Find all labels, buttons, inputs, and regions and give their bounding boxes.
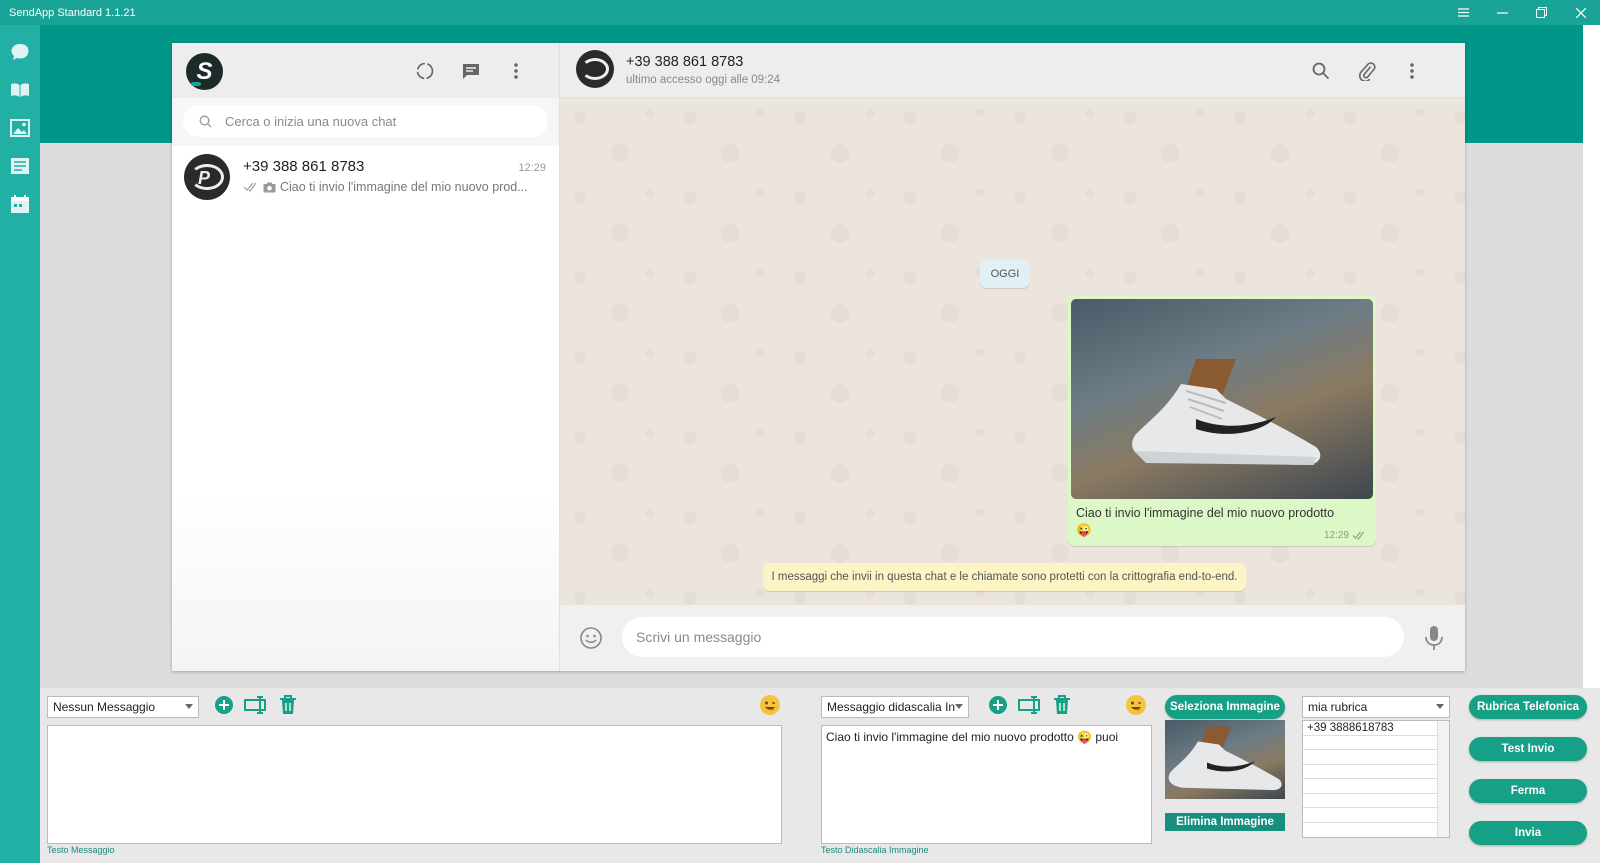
attach-icon[interactable]	[1355, 59, 1379, 83]
test-send-button[interactable]: Test Invio	[1469, 737, 1587, 761]
stop-button[interactable]: Ferma	[1469, 779, 1587, 803]
title-bar: SendApp Standard 1.1.21	[0, 0, 1600, 25]
list-item[interactable]	[1303, 779, 1437, 794]
double-check-icon	[243, 182, 257, 192]
message-time: 12:29	[1323, 530, 1349, 541]
send-button[interactable]: Invia	[1469, 821, 1587, 845]
message-select[interactable]: Nessun Messaggio	[47, 696, 199, 718]
encryption-notice: I messaggi che invii in questa chat e le…	[763, 563, 1246, 591]
add-icon[interactable]	[212, 693, 236, 717]
message-select-value: Nessun Messaggio	[53, 700, 156, 714]
caption-textarea[interactable]: Ciao ti invio l'immagine del mio nuovo p…	[821, 725, 1152, 844]
outgoing-message[interactable]: Ciao ti invio l'immagine del mio nuovo p…	[1068, 296, 1376, 546]
book-icon[interactable]	[8, 78, 32, 102]
phonebook-button[interactable]: Rubrica Telefonica	[1469, 695, 1587, 719]
restore-icon[interactable]	[1522, 0, 1561, 25]
microphone-icon[interactable]	[1422, 624, 1446, 652]
message-emoji: 😜	[1076, 523, 1092, 537]
camera-icon	[263, 182, 276, 192]
search-bar	[172, 98, 559, 146]
emoji-icon[interactable]	[758, 693, 782, 717]
add-icon[interactable]	[986, 693, 1010, 717]
caption-select[interactable]: Messaggio didascalia In	[821, 696, 969, 718]
phonebook-select-value: mia rubrica	[1308, 700, 1368, 714]
chat-name: +39 388 861 8783	[243, 158, 365, 175]
search-icon[interactable]	[1309, 59, 1333, 83]
message-image[interactable]	[1071, 299, 1373, 499]
sendapp-logo: S	[186, 53, 223, 90]
status-refresh-icon[interactable]	[413, 59, 437, 83]
conversation-pane: +39 388 861 8783 ultimo accesso oggi all…	[560, 43, 1465, 671]
emoji-icon[interactable]	[579, 626, 603, 650]
edit-field-icon[interactable]	[242, 693, 272, 717]
chat-list-header: S	[172, 43, 559, 98]
avatar: P	[184, 154, 230, 200]
trash-icon[interactable]	[276, 693, 300, 717]
list-item[interactable]	[1303, 808, 1437, 823]
chat-preview-text: Ciao ti invio l'immagine del mio nuovo p…	[280, 180, 528, 194]
message-label: Testo Messaggio	[47, 845, 115, 855]
conversation-header: +39 388 861 8783 ultimo accesso oggi all…	[560, 43, 1465, 98]
caption-select-value: Messaggio didascalia In	[827, 700, 956, 714]
contact-avatar[interactable]	[576, 50, 614, 88]
edit-field-icon[interactable]	[1016, 693, 1046, 717]
date-divider: OGGI	[980, 260, 1030, 288]
image-thumbnail	[1165, 720, 1285, 799]
window-title: SendApp Standard 1.1.21	[9, 6, 136, 19]
whatsapp-panel: S P +39 388 861 8783 12:29 C	[172, 43, 1465, 671]
list-item[interactable]	[1303, 794, 1437, 808]
message-caption: Ciao ti invio l'immagine del mio nuovo p…	[1076, 506, 1335, 520]
chat-bubble-icon[interactable]	[8, 40, 32, 64]
more-options-icon[interactable]	[504, 59, 528, 83]
search-box	[183, 105, 548, 137]
bulk-send-controls: Nessun Messaggio Testo Messaggio Messagg…	[40, 688, 1600, 863]
chat-list-item[interactable]: P +39 388 861 8783 12:29 Ciao ti invio l…	[172, 147, 560, 207]
right-margin	[1583, 25, 1600, 688]
side-rail	[0, 25, 40, 863]
list-item[interactable]	[1303, 750, 1437, 765]
message-input[interactable]	[622, 617, 1404, 657]
delete-image-button[interactable]: Elimina Immagine	[1165, 813, 1285, 831]
close-icon[interactable]	[1561, 0, 1600, 25]
message-area[interactable]: OGGI Ciao ti invio l'immagine del mio nu…	[560, 98, 1465, 605]
list-item[interactable]	[1303, 736, 1437, 750]
emoji-icon[interactable]	[1124, 693, 1148, 717]
chat-list-pane: S P +39 388 861 8783 12:29 C	[172, 43, 560, 671]
search-input[interactable]	[225, 113, 505, 129]
list-scrollbar[interactable]	[1437, 721, 1449, 837]
phonebook-select[interactable]: mia rubrica	[1302, 696, 1450, 718]
caption-label: Testo Didascalia Immagine	[821, 845, 929, 855]
image-icon[interactable]	[8, 116, 32, 140]
message-textarea[interactable]	[47, 725, 782, 844]
number-list[interactable]: +39 3888618783	[1302, 720, 1450, 838]
chat-preview: Ciao ti invio l'immagine del mio nuovo p…	[243, 180, 528, 194]
sneaker-image	[1132, 359, 1321, 465]
calendar-icon[interactable]	[8, 192, 32, 216]
list-item[interactable]	[1303, 765, 1437, 779]
select-image-button[interactable]: Seleziona Immagine	[1165, 695, 1285, 719]
chat-time: 12:29	[518, 162, 546, 174]
double-check-icon	[1352, 531, 1364, 540]
contact-status: ultimo accesso oggi alle 09:24	[626, 74, 781, 86]
list-icon[interactable]	[8, 154, 32, 178]
menu-icon[interactable]	[1444, 0, 1483, 25]
contact-name[interactable]: +39 388 861 8783	[626, 54, 743, 70]
sneaker-image	[1168, 726, 1282, 791]
more-options-icon[interactable]	[1400, 59, 1424, 83]
message-meta: 12:29	[1324, 530, 1366, 541]
search-icon	[199, 115, 212, 127]
new-chat-icon[interactable]	[459, 59, 483, 83]
compose-bar	[560, 605, 1465, 671]
list-item[interactable]: +39 3888618783	[1303, 721, 1437, 736]
trash-icon[interactable]	[1050, 693, 1074, 717]
minimize-icon[interactable]	[1483, 0, 1522, 25]
